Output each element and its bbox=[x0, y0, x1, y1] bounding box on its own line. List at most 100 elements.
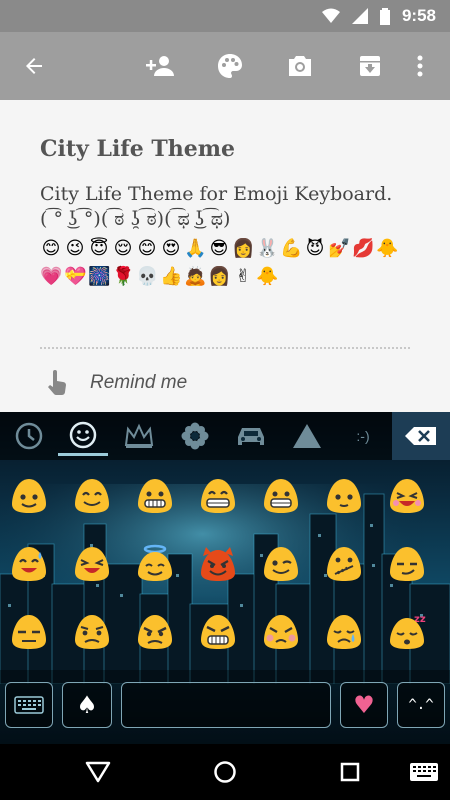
emoji-key[interactable] bbox=[133, 542, 177, 586]
note-body-line: City Life Theme for Emoji Keyboard. bbox=[40, 183, 393, 205]
backspace-icon bbox=[405, 427, 436, 445]
keyboard-icon bbox=[14, 696, 44, 714]
emoji-key[interactable] bbox=[385, 474, 429, 518]
camera-button[interactable] bbox=[280, 46, 320, 86]
winking-face-icon bbox=[264, 547, 298, 581]
car-icon bbox=[238, 428, 264, 445]
heart-button[interactable]: ♥ bbox=[340, 682, 388, 728]
emoji: 😊 bbox=[137, 238, 157, 259]
system-navigation-bar bbox=[0, 744, 450, 800]
tab-smileys[interactable] bbox=[58, 416, 108, 456]
halo-face-icon bbox=[138, 544, 172, 581]
emoji-key[interactable] bbox=[259, 474, 303, 518]
keyboard-icon bbox=[410, 763, 438, 781]
emoji-key[interactable] bbox=[7, 610, 51, 654]
remind-me-label: Remind me bbox=[90, 372, 188, 393]
emoticon-button[interactable]: ^.^ bbox=[397, 682, 445, 728]
recent-clock-icon bbox=[15, 422, 43, 450]
unamused-face-icon bbox=[12, 615, 46, 649]
back-button[interactable] bbox=[14, 46, 54, 86]
sweat-smile-face-icon bbox=[12, 547, 46, 581]
theme-spade-button[interactable]: ♠ bbox=[62, 682, 112, 728]
note-emoji-row: 😊 😉 😇 😌 😊 😍 🙏 😎 👩 🐰 💪 😈 💅 💋 🐥 bbox=[40, 238, 399, 260]
emoji-key[interactable] bbox=[70, 474, 114, 518]
emoji-key[interactable] bbox=[196, 542, 240, 586]
emoji-key[interactable] bbox=[70, 610, 114, 654]
tab-travel[interactable] bbox=[226, 416, 276, 456]
smiling-face-icon bbox=[12, 479, 46, 513]
slight-smile-face-icon bbox=[327, 479, 361, 513]
emoji-key[interactable] bbox=[7, 542, 51, 586]
tab-symbols[interactable] bbox=[114, 416, 164, 456]
squint-laugh-face-icon bbox=[75, 547, 109, 581]
grinning-face-icon bbox=[75, 479, 109, 513]
emoji-key[interactable] bbox=[259, 610, 303, 654]
nav-back-button[interactable] bbox=[78, 752, 118, 792]
tab-nature[interactable] bbox=[170, 416, 220, 456]
remind-me-row[interactable]: Remind me bbox=[46, 370, 187, 396]
tab-objects[interactable] bbox=[282, 416, 332, 456]
emoji-key[interactable] bbox=[196, 474, 240, 518]
emoji-key[interactable] bbox=[70, 542, 114, 586]
emoji: ✌ bbox=[235, 266, 251, 287]
emoji: 👩 bbox=[232, 238, 255, 259]
nav-recents-button[interactable] bbox=[330, 752, 370, 792]
tab-recent[interactable] bbox=[4, 416, 54, 456]
angry-face-icon bbox=[138, 615, 172, 649]
emoji: 💪 bbox=[280, 238, 303, 259]
emoji-key[interactable] bbox=[196, 610, 240, 654]
note-body[interactable]: City Life Theme for Emoji Keyboard. ( ͡°… bbox=[40, 182, 420, 232]
emoji: 💝 bbox=[64, 266, 87, 287]
emoji: 🐥 bbox=[376, 238, 399, 259]
overflow-menu-button[interactable] bbox=[400, 46, 440, 86]
sad-face-icon bbox=[327, 615, 361, 649]
emoji: 👩 bbox=[208, 266, 231, 287]
emoji: 🌹 bbox=[112, 266, 135, 287]
spacebar[interactable] bbox=[121, 682, 331, 728]
emoji-key[interactable] bbox=[133, 474, 177, 518]
home-circle-icon bbox=[214, 761, 236, 783]
emoji-key[interactable] bbox=[133, 610, 177, 654]
emoji: 💗 bbox=[40, 266, 63, 287]
emoji: 😇 bbox=[89, 238, 109, 259]
emoji-key[interactable] bbox=[322, 610, 366, 654]
note-title[interactable]: City Life Theme bbox=[40, 136, 235, 162]
note-editor: City Life Theme City Life Theme for Emoj… bbox=[0, 100, 450, 412]
smiley-icon bbox=[69, 421, 97, 448]
nav-keyboard-switch-button[interactable] bbox=[404, 752, 444, 792]
status-time: 9:58 bbox=[401, 6, 436, 25]
nav-home-button[interactable] bbox=[205, 752, 245, 792]
emoji: 🙇 bbox=[184, 266, 207, 287]
emoji-keyboard: :-) zz ♠ ♥ ^.^ bbox=[0, 412, 450, 744]
palette-icon bbox=[218, 54, 242, 78]
add-collaborator-button[interactable] bbox=[140, 46, 180, 86]
cell-signal-icon bbox=[351, 8, 368, 24]
emoji: 💀 bbox=[136, 266, 159, 287]
color-button[interactable] bbox=[210, 46, 250, 86]
crown-icon bbox=[124, 423, 154, 448]
emoji-grid: zz bbox=[0, 468, 450, 668]
emoji-key[interactable] bbox=[322, 474, 366, 518]
archive-button[interactable] bbox=[350, 46, 390, 86]
tab-emoticons[interactable]: :-) bbox=[338, 416, 388, 456]
backspace-button[interactable] bbox=[392, 412, 450, 460]
emoji: 😍 bbox=[161, 238, 181, 259]
keyboard-bottom-bar: ♠ ♥ ^.^ bbox=[0, 670, 450, 744]
emoji-key[interactable] bbox=[7, 474, 51, 518]
battery-icon bbox=[379, 7, 390, 25]
zipper-mouth-face-icon bbox=[327, 547, 361, 581]
switch-to-keyboard-button[interactable] bbox=[5, 682, 53, 728]
emoji: 💅 bbox=[328, 238, 351, 259]
sleepy-face-icon: zz bbox=[390, 614, 426, 649]
emoji-key[interactable] bbox=[322, 542, 366, 586]
emoji: 😌 bbox=[113, 238, 133, 259]
emoji-key[interactable]: zz bbox=[385, 610, 429, 654]
add-person-icon bbox=[146, 56, 174, 76]
pouting-face-icon bbox=[264, 615, 298, 649]
archive-icon bbox=[360, 56, 380, 76]
app-toolbar bbox=[0, 32, 450, 100]
emoji-key[interactable] bbox=[259, 542, 303, 586]
emoji: 😉 bbox=[65, 238, 85, 259]
emoji-key[interactable] bbox=[385, 542, 429, 586]
back-triangle-icon bbox=[85, 761, 111, 783]
